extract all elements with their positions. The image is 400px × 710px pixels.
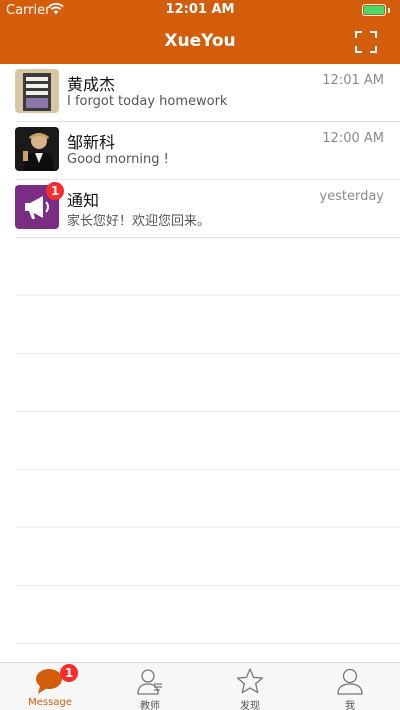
person-icon <box>335 667 365 695</box>
tab-bar: 1 Message 教师 发现 我 <box>0 662 400 710</box>
battery-nub <box>388 8 390 13</box>
empty-row-divider <box>16 295 400 296</box>
empty-row-divider <box>16 353 400 354</box>
contact-name: 邹新科 <box>67 133 116 152</box>
message-preview: 家长您好！欢迎您回来。 <box>67 214 211 229</box>
tab-unread-badge: 1 <box>60 664 78 682</box>
empty-row-divider <box>16 643 400 644</box>
tab-message[interactable]: 1 Message <box>0 663 100 710</box>
page-title: XueYou <box>164 31 236 51</box>
contact-name: 黄成杰 <box>67 75 116 94</box>
scan-icon <box>355 31 377 53</box>
nav-bar: XueYou <box>0 20 400 64</box>
avatar <box>15 127 59 171</box>
battery-icon <box>362 4 386 16</box>
message-time: 12:01 AM <box>322 73 384 88</box>
message-time: yesterday <box>319 189 384 204</box>
empty-row-divider <box>16 585 400 586</box>
avatar <box>15 69 59 113</box>
message-preview: Good morning ! <box>67 152 169 167</box>
tab-label: 我 <box>345 701 355 710</box>
status-time: 12:01 AM <box>165 2 235 17</box>
tab-label: 教师 <box>140 701 160 710</box>
message-preview: I forgot today homework <box>67 94 228 109</box>
scan-button[interactable] <box>354 30 378 54</box>
status-bar: Carrier 12:01 AM <box>0 0 400 20</box>
empty-row-divider <box>16 469 400 470</box>
message-row[interactable]: 邹新科 Good morning ! 12:00 AM <box>0 122 400 180</box>
empty-row-divider <box>16 527 400 528</box>
tab-teacher[interactable]: 教师 <box>100 663 200 710</box>
header: Carrier 12:01 AM XueYou <box>0 0 400 64</box>
tab-label: Message <box>28 697 72 708</box>
contact-name: 通知 <box>67 191 100 210</box>
star-icon <box>235 667 265 695</box>
teacher-icon <box>135 667 165 695</box>
tab-label: 发现 <box>240 701 260 710</box>
empty-row-divider <box>16 411 400 412</box>
unread-badge: 1 <box>46 182 64 200</box>
message-row[interactable]: 黄成杰 I forgot today homework 12:01 AM <box>0 64 400 122</box>
message-time: 12:00 AM <box>322 131 384 146</box>
message-list: 黄成杰 I forgot today homework 12:01 AM 邹新科… <box>0 64 400 662</box>
message-row[interactable]: 1 通知 家长您好！欢迎您回来。 yesterday <box>0 180 400 238</box>
tab-discover[interactable]: 发现 <box>200 663 300 710</box>
tab-me[interactable]: 我 <box>300 663 400 710</box>
